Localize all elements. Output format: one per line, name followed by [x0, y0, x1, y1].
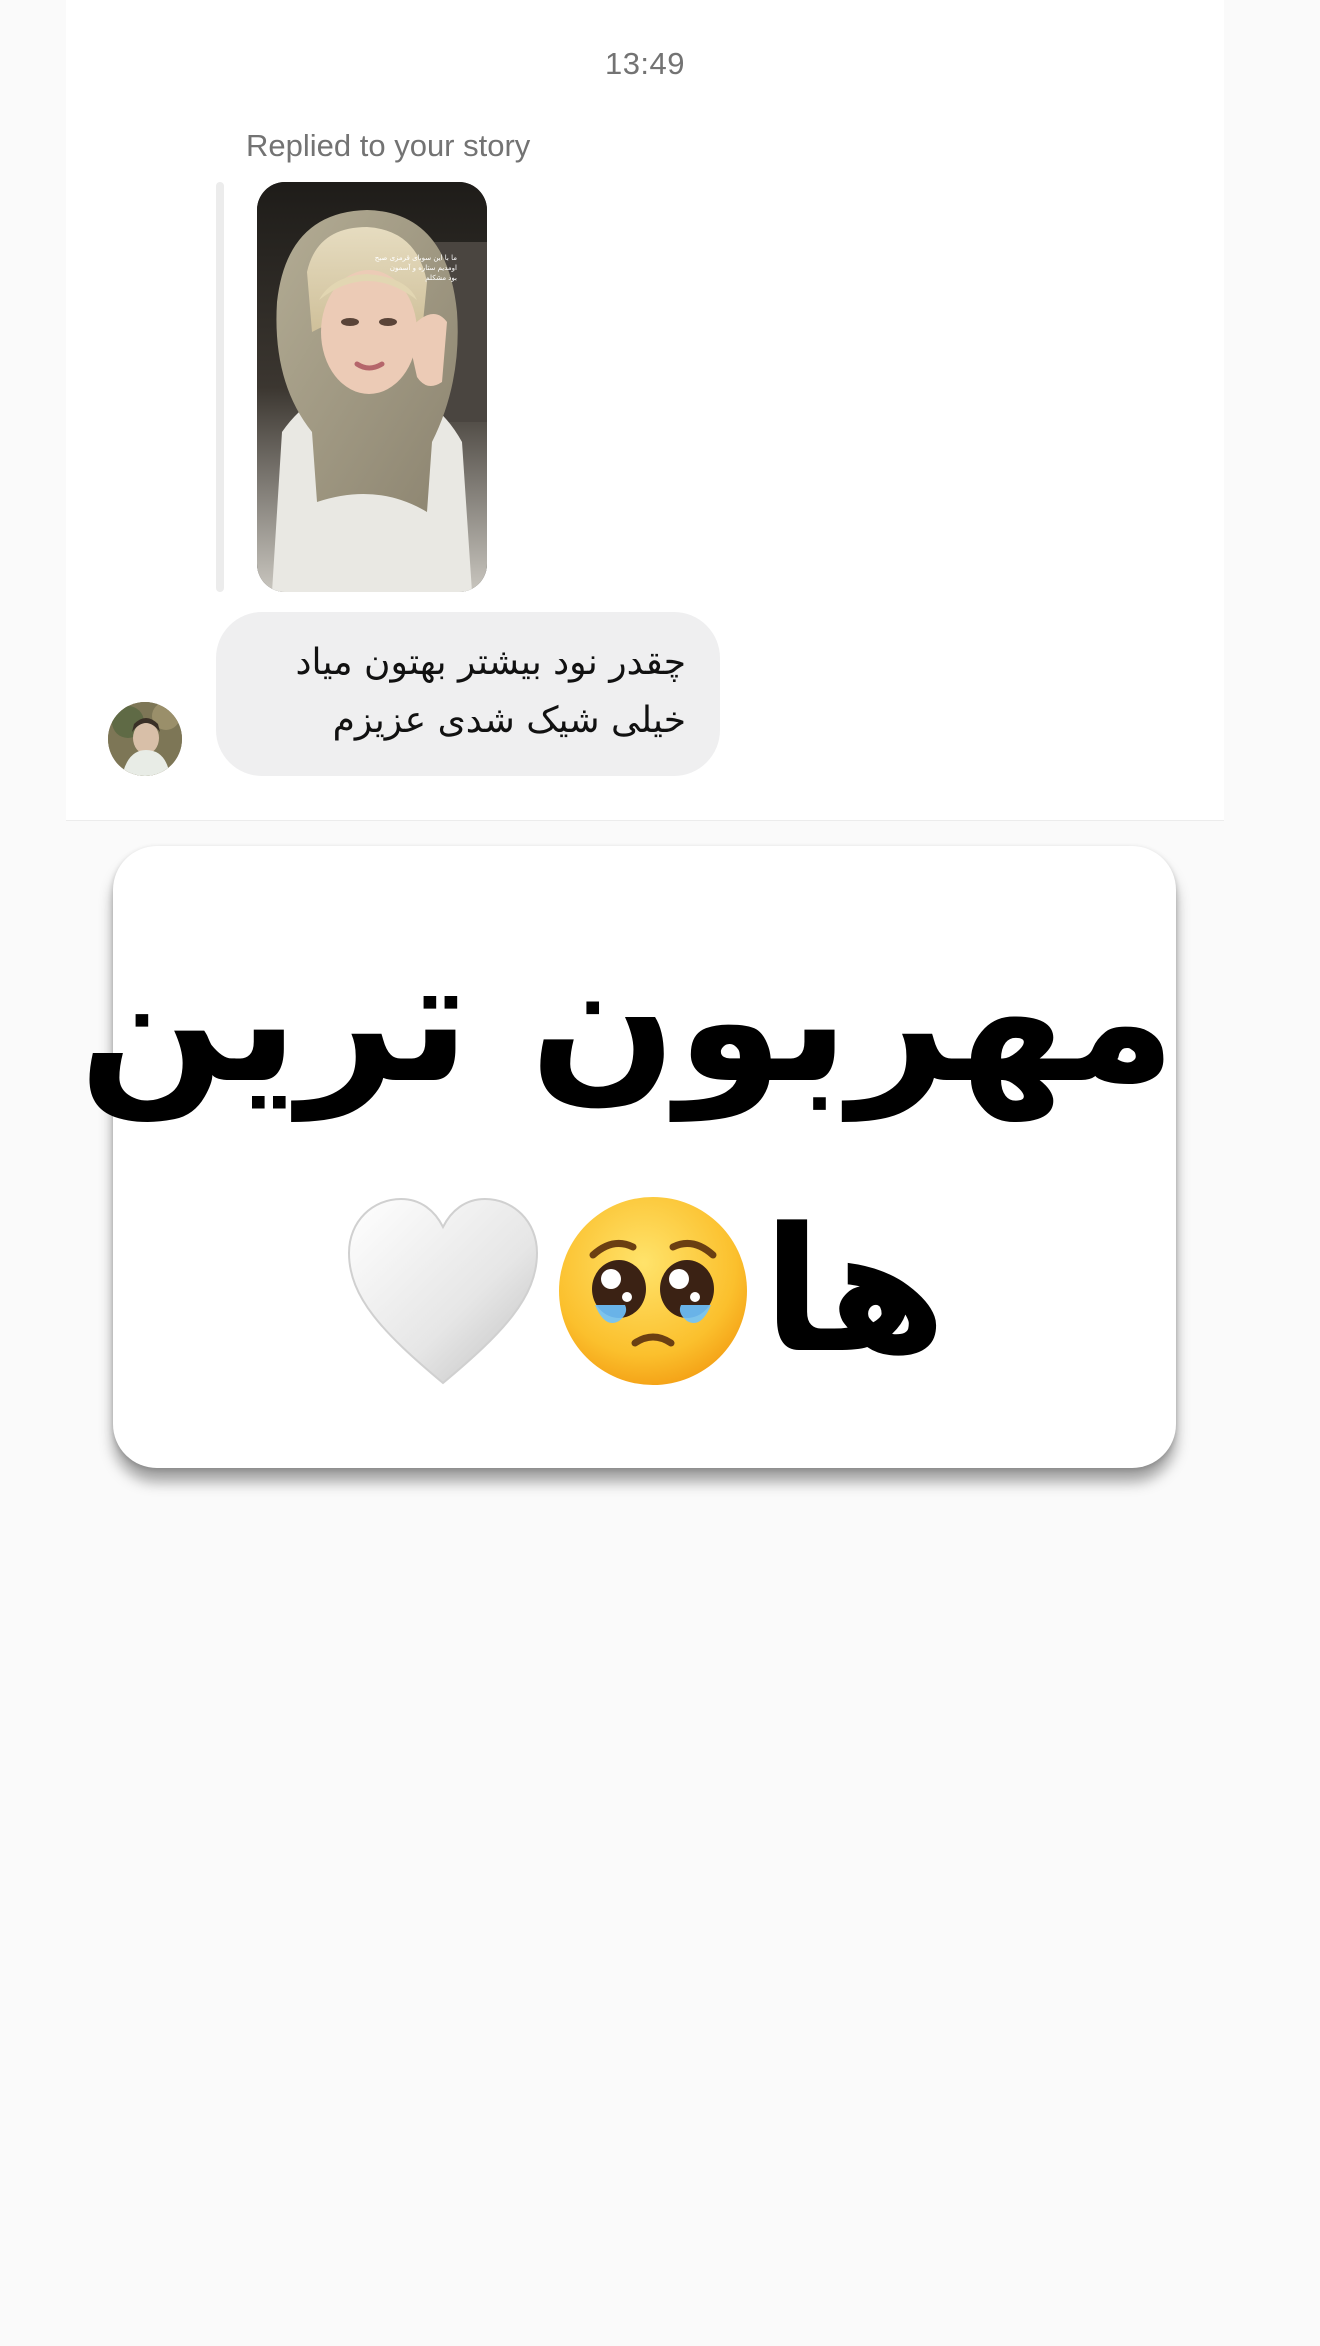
white-heart-icon: [347, 1197, 538, 1385]
sticker-text-line-2: ها: [762, 1190, 947, 1391]
chat-thread: 13:49 Replied to your story ما با این سو…: [66, 0, 1224, 821]
story-reply-label: Replied to your story: [246, 128, 531, 163]
story-thumbnail[interactable]: ما با این سوبای قرمزی صبح اومدیم ستاره و…: [257, 182, 487, 592]
sender-avatar[interactable]: [108, 702, 182, 776]
sticker-text-line-1: مهربون ترین: [78, 920, 1176, 1121]
sticker-image[interactable]: مهربون ترین ها: [78, 846, 1176, 1468]
pleading-face-icon: [558, 1197, 747, 1385]
message-line-1: چقدر نود بیشتر بهتون میاد: [295, 642, 686, 683]
story-overlay-line-1: ما با این سوبای قرمزی صبح: [375, 254, 457, 262]
message-timestamp: 13:49: [604, 46, 686, 81]
reply-indicator-bar: [216, 182, 224, 592]
sticker-line-2: ها: [113, 1176, 1176, 1406]
page: 13:49 Replied to your story ما با این سو…: [0, 0, 1320, 2346]
story-overlay-line-3: بود مشکلم: [425, 274, 457, 282]
received-message-bubble[interactable]: چقدر نود بیشتر بهتون میاد خیلی شیک شدی ع…: [216, 612, 720, 776]
message-line-2: خیلی شیک شدی عزیزم: [332, 700, 686, 741]
story-overlay-line-2: اومدیم ستاره و آسمون: [390, 263, 457, 272]
